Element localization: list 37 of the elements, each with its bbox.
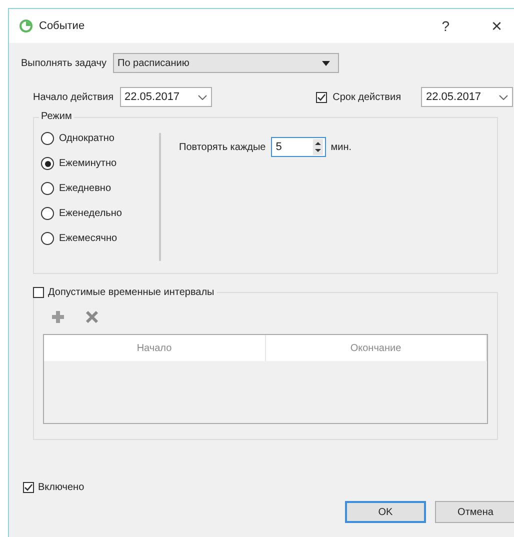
delete-icon[interactable] xyxy=(85,310,99,324)
task-dropdown[interactable]: По расписанию xyxy=(112,53,338,73)
radio-button[interactable] xyxy=(41,157,54,170)
enabled-label: Включено xyxy=(38,482,84,492)
column-header[interactable]: Окончание xyxy=(266,335,487,361)
expiry-label: Срок действия xyxy=(332,92,401,102)
window-title: Событие xyxy=(39,20,85,32)
radio-label: Однократно xyxy=(59,133,114,144)
radio-label: Ежедневно xyxy=(59,183,112,194)
chevron-down-icon xyxy=(198,94,206,100)
expiry-date-field[interactable]: 22.05.2017 xyxy=(421,87,513,107)
ok-button[interactable]: OK xyxy=(345,501,426,523)
start-label: Начало действия xyxy=(33,92,114,102)
spin-arrows-icon xyxy=(312,139,323,155)
column-header[interactable]: Начало xyxy=(44,335,266,361)
intervals-checkbox[interactable] xyxy=(33,286,44,298)
cancel-button[interactable]: Отмена xyxy=(435,501,514,523)
intervals-label: Допустимые временные интервалы xyxy=(48,286,214,298)
radio-label: Еженедельно xyxy=(59,208,122,219)
start-date-field[interactable]: 22.05.2017 xyxy=(120,87,212,107)
radio-label: Ежемесячно xyxy=(59,233,118,244)
close-button[interactable]: × xyxy=(487,16,506,36)
radio-button[interactable] xyxy=(41,207,54,220)
pie-clock-icon xyxy=(19,19,33,33)
enabled-checkbox[interactable] xyxy=(23,482,34,492)
expiry-checkbox[interactable] xyxy=(316,92,327,102)
interval-spinbox[interactable]: 5 xyxy=(270,137,326,157)
chevron-down-icon xyxy=(499,94,508,100)
help-button[interactable]: ? xyxy=(438,18,454,34)
repeat-label: Повторять каждые xyxy=(179,142,266,152)
radio-label: Ежеминутно xyxy=(59,158,117,169)
task-label: Выполнять задачу xyxy=(21,58,106,68)
radio-button[interactable] xyxy=(41,232,54,245)
radio-button[interactable] xyxy=(41,182,54,195)
dropdown-arrow-icon xyxy=(322,60,330,66)
radio-button[interactable] xyxy=(41,132,54,145)
unit-label: мин. xyxy=(330,142,352,152)
